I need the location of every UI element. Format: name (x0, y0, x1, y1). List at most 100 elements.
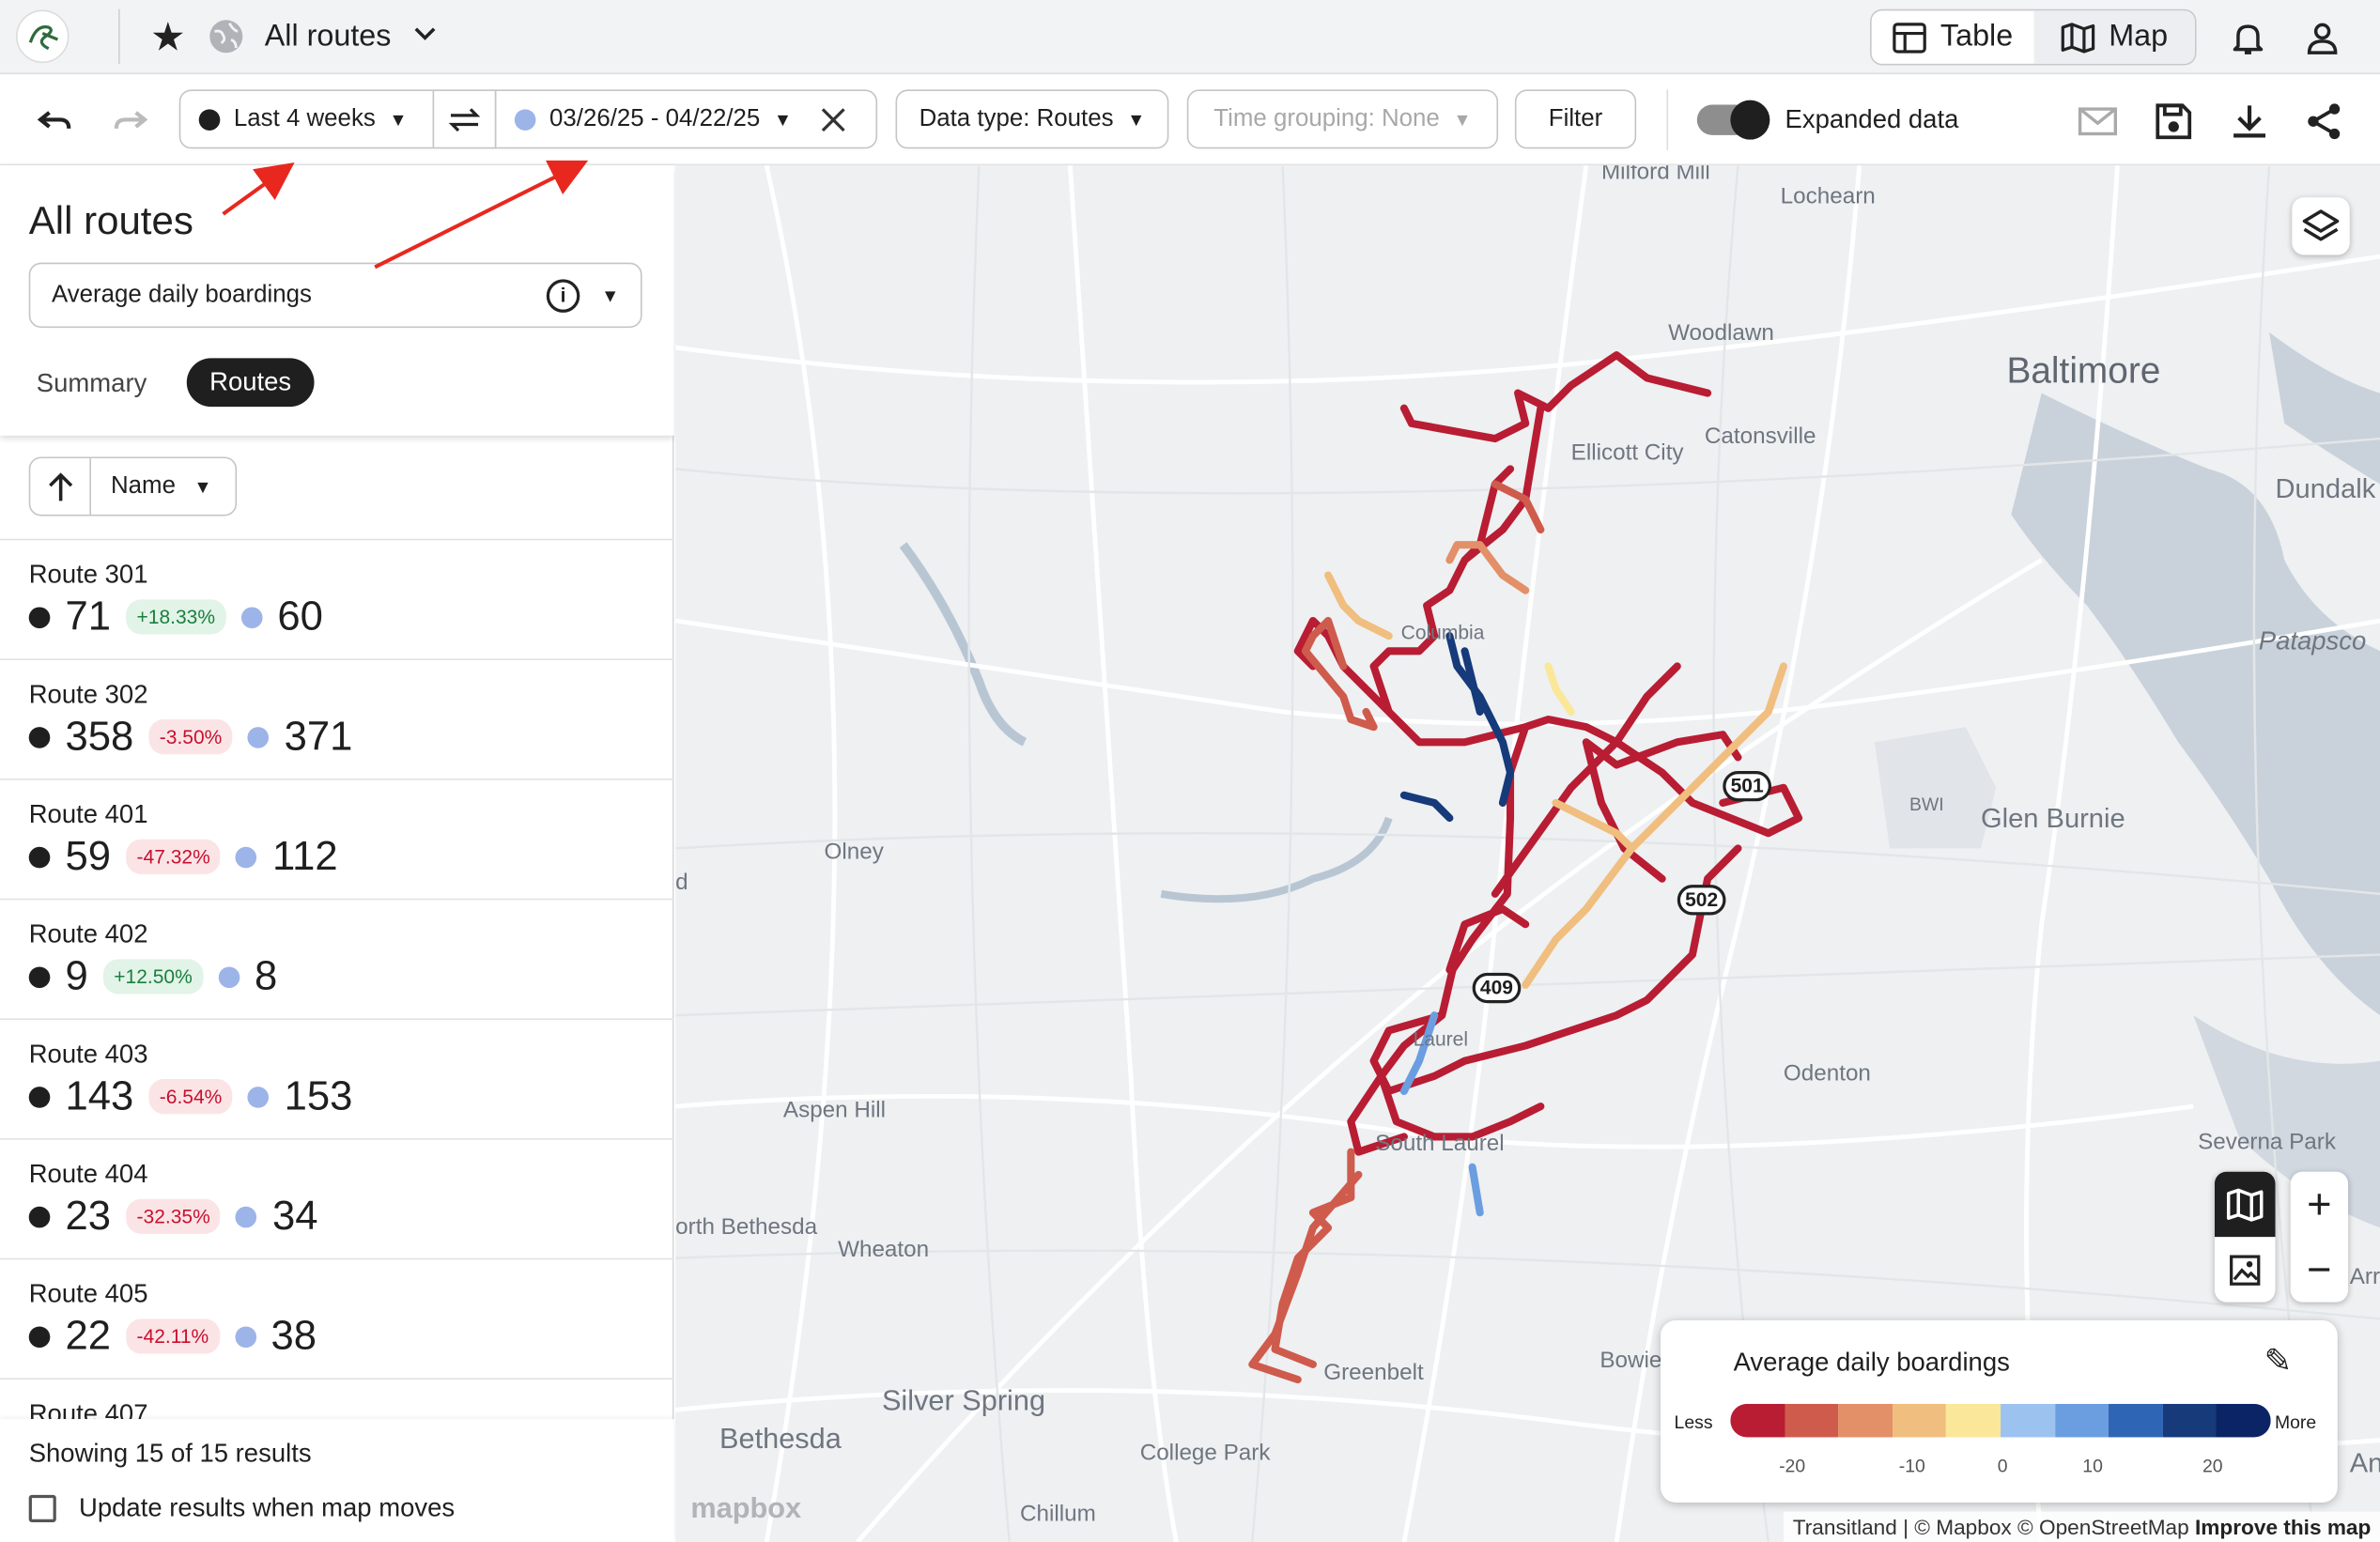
route-row[interactable]: Route 405 22 -42.11% 38 (0, 1259, 674, 1380)
zoom-in-button[interactable]: + (2291, 1172, 2348, 1237)
legend-tick: 0 (1997, 1455, 2008, 1477)
current-period-dot (28, 845, 51, 868)
place-label: Aspen Hill (782, 1097, 887, 1123)
place-label: d (675, 870, 688, 896)
globe-icon[interactable] (207, 17, 246, 56)
time-grouping-select[interactable]: Time grouping: None ▼ (1186, 89, 1499, 149)
route-row[interactable]: Route 404 23 -32.35% 34 (0, 1140, 674, 1260)
route-row[interactable]: Route 401 59 -47.32% 112 (0, 780, 674, 901)
results-count: Showing 15 of 15 results (28, 1439, 312, 1468)
previous-value: 34 (272, 1193, 318, 1239)
logo-icon (15, 9, 70, 64)
legend-title: Average daily boardings (1733, 1348, 2010, 1377)
legend-swatch (2109, 1403, 2163, 1438)
swap-periods-button[interactable] (432, 89, 497, 149)
clear-compare-icon[interactable] (818, 104, 848, 134)
route-row[interactable]: Route 403 143 -6.54% 153 (0, 1020, 674, 1140)
route-row[interactable]: Route 301 71 +18.33% 60 (0, 540, 674, 661)
legend-swatch (1730, 1403, 1785, 1438)
mapbox-logo[interactable]: mapbox (690, 1493, 801, 1527)
map-attribution: Transitland | © Mapbox © OpenStreetMap I… (1784, 1511, 2380, 1542)
legend-swatch (2000, 1403, 2055, 1438)
table-view-button[interactable]: Table (1872, 10, 2033, 64)
map-style-switcher (2214, 1171, 2276, 1303)
left-panel: All routes Average daily boardings i ▼ S… (0, 165, 674, 1542)
route-shield: 409 (1472, 972, 1522, 1004)
account-user-icon[interactable] (2303, 18, 2342, 57)
swap-icon (448, 107, 481, 131)
redo-icon[interactable] (109, 100, 151, 143)
legend-swatch (2217, 1403, 2271, 1438)
star-icon[interactable]: ★ (150, 13, 186, 60)
layers-button[interactable] (2292, 197, 2350, 255)
download-icon[interactable] (2228, 100, 2270, 143)
change-badge: -42.11% (126, 1318, 220, 1354)
legend-more: More (2274, 1411, 2317, 1433)
place-label: Wheaton (838, 1237, 930, 1263)
zoom-out-button[interactable]: − (2291, 1237, 2348, 1302)
update-on-move-checkbox[interactable] (28, 1494, 56, 1522)
map-style-button[interactable] (2214, 1171, 2276, 1238)
email-icon[interactable] (2077, 100, 2119, 143)
legend-swatch (1946, 1403, 2001, 1438)
caret-down-icon: ▼ (601, 285, 620, 307)
place-label: An (2349, 1447, 2380, 1479)
sort-field-select[interactable]: Name ▼ (91, 458, 236, 515)
route-values: 9 +12.50% 8 (28, 953, 277, 1000)
notifications-bell-icon[interactable] (2228, 18, 2267, 57)
previous-value: 371 (284, 713, 353, 760)
sort-field-label: Name (110, 472, 176, 499)
caret-down-icon: ▼ (1453, 108, 1472, 131)
save-icon[interactable] (2153, 100, 2195, 143)
route-row[interactable]: Route 402 9 +12.50% 8 (0, 900, 674, 1021)
edit-pencil-icon[interactable]: ✎ (2264, 1342, 2293, 1381)
filter-button[interactable]: Filter (1514, 89, 1637, 149)
map-canvas[interactable]: Milford Mill Lochearn Woodlawn Baltimore… (675, 165, 2380, 1542)
tab-summary[interactable]: Summary (37, 369, 147, 399)
undo-icon[interactable] (34, 100, 76, 143)
route-row[interactable]: Route 302 358 -3.50% 371 (0, 660, 674, 780)
satellite-style-button[interactable] (2215, 1237, 2276, 1302)
compare-period-dot (514, 108, 536, 131)
period-select[interactable]: Last 4 weeks ▼ (178, 89, 435, 149)
current-period-dot (28, 1325, 51, 1348)
change-badge: -6.54% (148, 1079, 233, 1115)
zoom-control: + − (2290, 1171, 2349, 1303)
metric-label: Average daily boardings (51, 281, 312, 308)
view-toggle: Table Map (1870, 8, 2197, 66)
current-value: 71 (65, 593, 112, 640)
metric-select[interactable]: Average daily boardings i ▼ (28, 262, 642, 329)
change-badge: -32.35% (126, 1198, 222, 1234)
current-value: 23 (65, 1193, 112, 1239)
tab-routes[interactable]: Routes (186, 358, 315, 408)
legend-tick: -20 (1779, 1455, 1806, 1477)
layers-icon (2302, 209, 2340, 241)
info-icon[interactable]: i (546, 279, 580, 313)
map-view-button[interactable]: Map (2032, 10, 2195, 64)
route-name: Route 405 (28, 1279, 148, 1309)
place-label: Ellicott City (1570, 439, 1684, 467)
compare-period-dot (240, 606, 263, 628)
route-values: 71 +18.33% 60 (28, 593, 323, 640)
caret-down-icon: ▼ (193, 475, 212, 498)
expanded-data-toggle[interactable] (1696, 100, 1770, 140)
page-title: All routes (264, 19, 392, 53)
current-value: 358 (65, 713, 134, 760)
change-badge: -47.32% (126, 839, 222, 874)
legend-tick: 10 (2082, 1455, 2103, 1477)
legend-color-bar (1730, 1403, 2271, 1438)
improve-map-link[interactable]: Improve this map (2195, 1515, 2371, 1539)
data-type-select[interactable]: Data type: Routes ▼ (895, 89, 1169, 149)
place-label: Columbia (1400, 620, 1485, 644)
filter-label: Filter (1548, 105, 1603, 131)
period-label: Last 4 weeks (233, 105, 376, 131)
share-icon[interactable] (2303, 100, 2345, 143)
place-label: BWI (1909, 794, 1944, 815)
transitland-logo[interactable] (0, 0, 85, 73)
chevron-down-icon[interactable] (412, 23, 437, 50)
current-value: 143 (65, 1072, 134, 1119)
compare-range-select[interactable]: 03/26/25 - 04/22/25 ▼ (494, 89, 878, 149)
legend-swatch (2162, 1403, 2218, 1438)
sort-direction-button[interactable] (30, 458, 91, 515)
compare-period-dot (247, 1086, 270, 1107)
